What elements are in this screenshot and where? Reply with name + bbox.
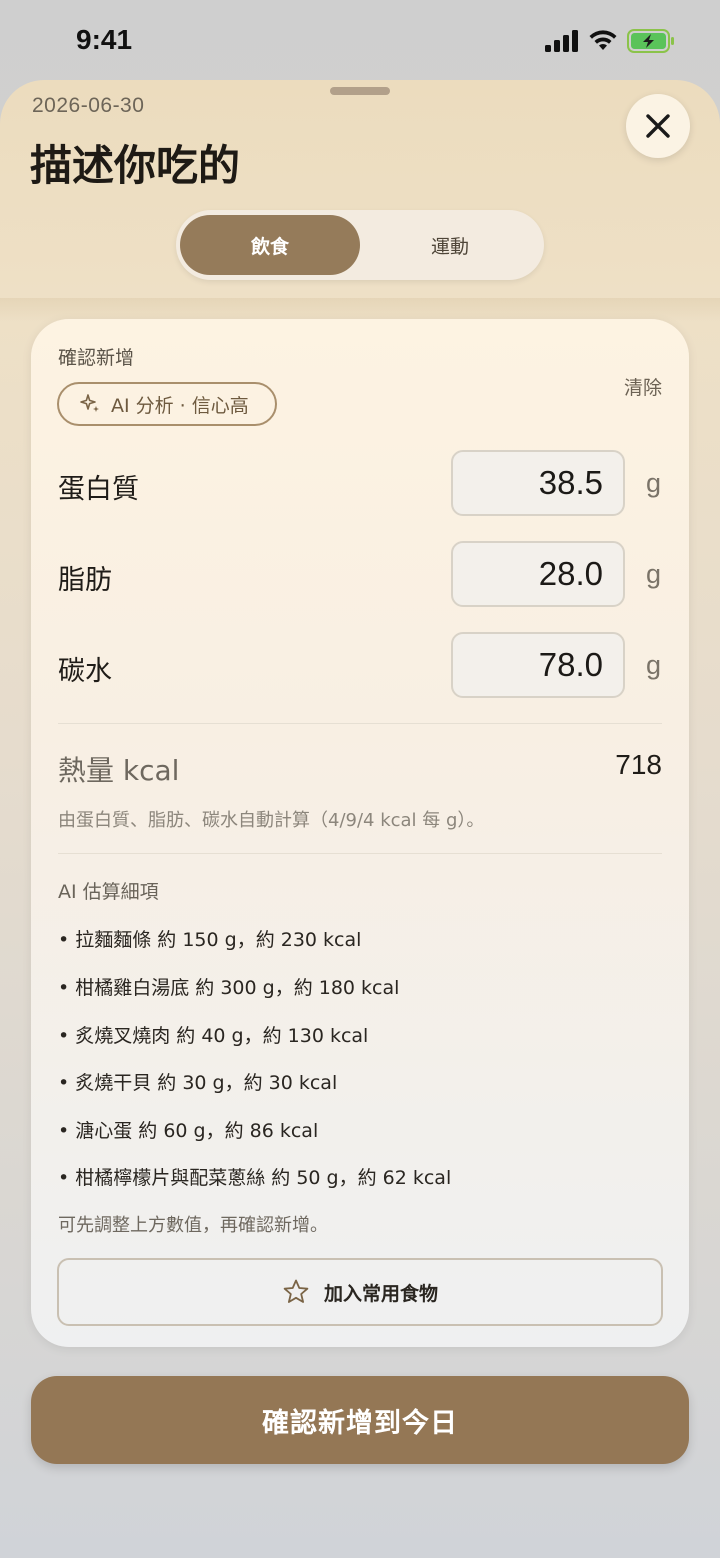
protein-input[interactable]: 38.5 [451,450,625,516]
ai-confidence-badge: AI 分析 · 信心高 [57,382,277,426]
ai-breakdown-item: • 拉麵麵條 約 150 g，約 230 kcal [58,929,362,951]
divider [58,853,662,854]
status-bar: 9:41 [0,0,720,80]
macro-row-protein: 蛋白質 38.5 g [58,450,662,520]
tab-diet[interactable]: 飲食 [180,215,360,275]
macro-label: 蛋白質 [58,474,139,505]
macro-row-carbs: 碳水 78.0 g [58,632,662,702]
ai-breakdown-item: • 炙燒干貝 約 30 g，約 30 kcal [58,1072,338,1094]
status-time: 9:41 [76,24,133,55]
kcal-label: 熱量 kcal [58,754,180,787]
tab-exercise[interactable]: 運動 [360,215,540,275]
macro-label: 脂肪 [58,565,112,596]
sheet-grabber[interactable] [330,87,390,95]
close-icon [646,114,670,138]
sparkle-icon [80,394,99,412]
confirm-section-label: 確認新增 [58,347,135,369]
macro-row-fat: 脂肪 28.0 g [58,541,662,611]
ai-breakdown-title: AI 估算細項 [58,881,159,903]
add-to-favorites-label: 加入常用食物 [323,1282,438,1305]
ai-confidence-label: AI 分析 · 信心高 [111,394,249,417]
ai-breakdown-item: • 炙燒叉燒肉 約 40 g，約 130 kcal [58,1025,369,1047]
ai-breakdown-item: • 柑橘檸檬片與配菜蔥絲 約 50 g，約 62 kcal [58,1167,452,1189]
battery-charging-icon [627,29,674,53]
close-button[interactable] [626,94,690,158]
carbs-input[interactable]: 78.0 [451,632,625,698]
cellular-signal-icon [545,30,578,52]
kcal-note: 由蛋白質、脂肪、碳水自動計算（4/9/4 kcal 每 g）。 [58,810,485,831]
clear-button[interactable]: 清除 [624,373,662,400]
ai-breakdown-item: • 柑橘雞白湯底 約 300 g，約 180 kcal [58,977,400,999]
confirm-add-today-button[interactable]: 確認新增到今日 [31,1376,689,1464]
fat-input[interactable]: 28.0 [451,541,625,607]
entry-date: 2026-06-30 [32,94,145,117]
macro-unit: g [646,650,662,680]
macro-label: 碳水 [58,656,112,687]
adjust-hint: 可先調整上方數值，再確認新增。 [58,1215,328,1236]
macro-unit: g [646,559,662,589]
entry-type-segmented-control: 飲食 運動 [176,210,544,280]
sheet-title: 描述你吃的 [30,141,241,190]
star-icon [283,1279,309,1303]
macro-unit: g [646,468,662,498]
add-to-favorites-button[interactable]: 加入常用食物 [57,1258,663,1326]
ai-breakdown-item: • 溏心蛋 約 60 g，約 86 kcal [58,1120,319,1142]
kcal-value: 718 [615,749,662,780]
wifi-icon [589,30,617,50]
divider [58,723,662,724]
add-entry-sheet: 2026-06-30 描述你吃的 飲食 運動 確認新增 清除 AI 分析 · 信… [0,80,720,1558]
confirm-card: 確認新增 清除 AI 分析 · 信心高 蛋白質 38.5 g 脂肪 28.0 g… [31,319,689,1347]
